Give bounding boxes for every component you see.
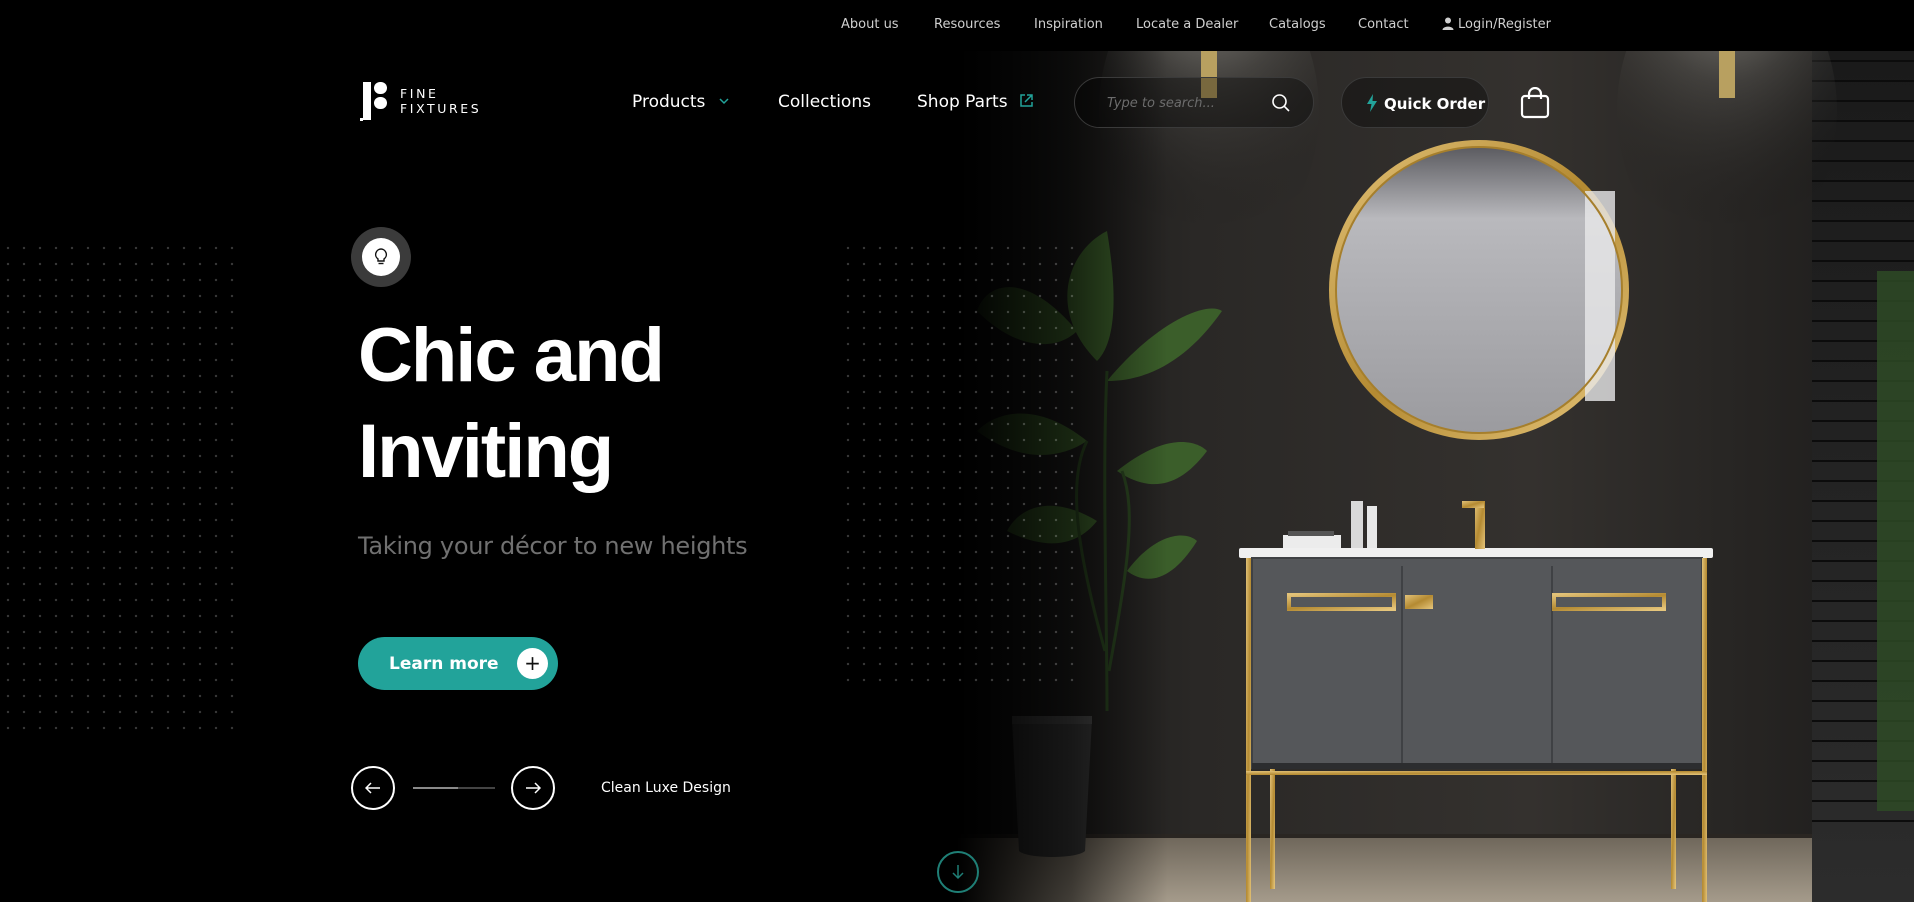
scroll-down-button[interactable] [937,851,979,893]
quick-order-button[interactable]: Quick Order [1341,77,1489,128]
arrow-down-icon [952,865,964,880]
logo-mark-icon [360,82,387,121]
quick-order-label: Quick Order [1384,95,1486,113]
logo-line-2: FIXTURES [400,101,482,116]
arrow-left-icon [365,782,380,794]
search-icon[interactable] [1271,93,1291,113]
locate-dealer-link[interactable]: Locate a Dealer [1136,17,1238,32]
logo-wordmark: FINE FIXTURES [400,86,481,116]
login-register-label: Login/Register [1458,17,1551,32]
hero-title-line-2: Inviting [358,409,614,494]
logo-line-1: FINE [400,86,439,101]
slider-progress-track [413,787,495,789]
learn-more-button[interactable]: Learn more + [358,637,558,690]
inspiration-link[interactable]: Inspiration [1034,17,1103,32]
top-utility-bar: About us Resources Inspiration Locate a … [0,0,1914,51]
lightbulb-icon [374,248,388,265]
external-link-icon [1020,94,1033,107]
slide-label: Clean Luxe Design [601,780,731,796]
hero-subtitle: Taking your décor to new heights [358,532,748,560]
dot-grid-left [0,240,240,730]
resources-link[interactable]: Resources [934,17,1000,32]
plus-icon: + [517,648,548,679]
slider-progress-fill [413,787,459,789]
logo[interactable]: FINE FIXTURES [360,80,481,122]
shopping-bag-icon [1520,86,1550,119]
lightbulb-badge [351,227,411,287]
nav-shop-parts[interactable]: Shop Parts [917,92,1034,112]
learn-more-label: Learn more [389,654,499,674]
contact-link[interactable]: Contact [1358,17,1409,32]
catalogs-link[interactable]: Catalogs [1269,17,1326,32]
lightning-icon [1367,94,1377,112]
nav-collections[interactable]: Collections [778,92,871,112]
nav-shop-parts-label: Shop Parts [917,92,1008,112]
search-box [1074,77,1314,128]
nav-products[interactable]: Products [632,92,729,112]
hero-title: Chic and Inviting [358,308,878,500]
login-register-link[interactable]: Login/Register [1442,17,1551,32]
arrow-right-icon [526,782,541,794]
about-us-link[interactable]: About us [841,17,899,32]
next-slide-button[interactable] [511,766,555,810]
search-input[interactable] [1107,94,1257,112]
user-icon [1442,17,1454,30]
previous-slide-button[interactable] [351,766,395,810]
hero-title-line-1: Chic and [358,313,665,398]
chevron-down-icon [719,98,729,105]
nav-products-label: Products [632,92,706,112]
cart-button[interactable] [1520,86,1550,124]
hero-image [957,51,1914,902]
